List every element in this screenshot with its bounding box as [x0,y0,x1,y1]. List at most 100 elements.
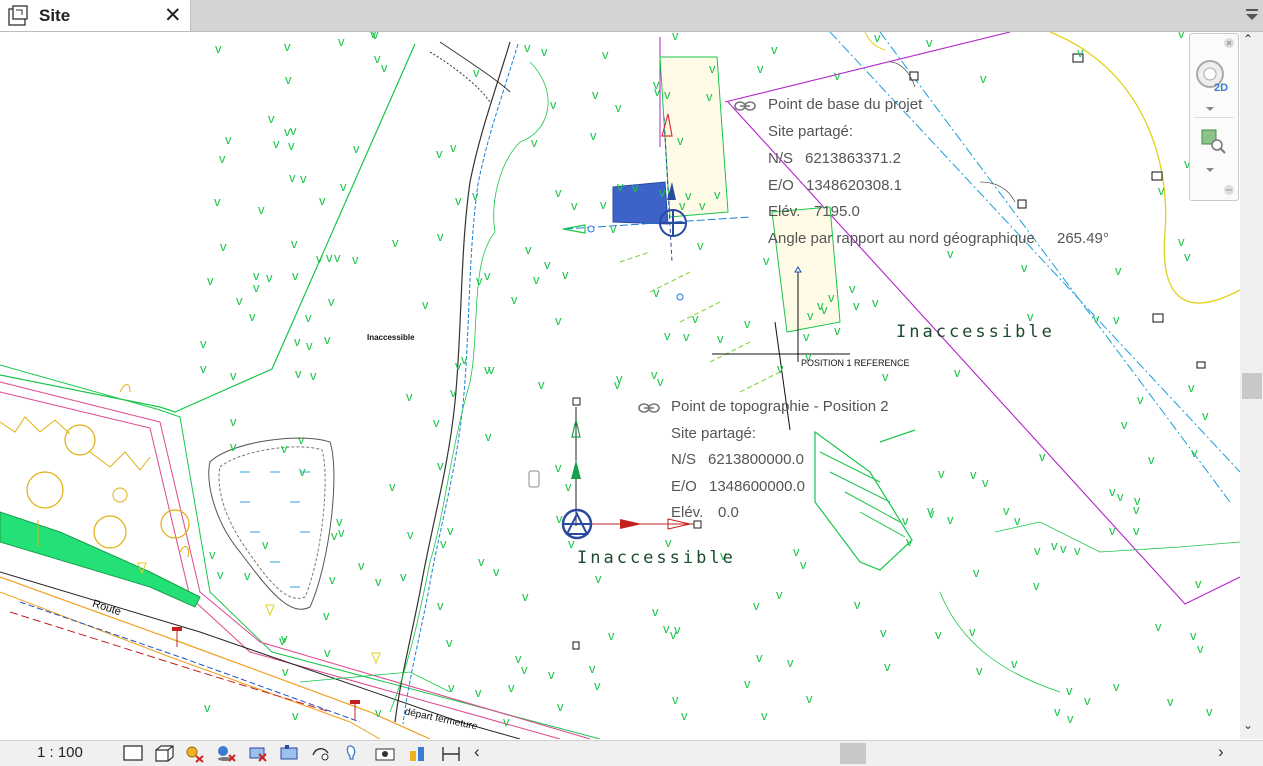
scroll-left-icon[interactable]: ‹ [474,742,480,762]
vegetation-tick: v [484,362,491,377]
vegetation-tick: v [651,367,658,382]
chevron-down-icon[interactable] [1205,167,1215,173]
link-icon [734,101,756,111]
vertical-scroll-thumb[interactable] [1242,373,1262,399]
vegetation-tick: v [249,309,256,324]
vegetation-tick: v [493,564,500,579]
vegetation-tick: v [756,650,763,665]
vegetation-tick: v [511,292,518,307]
vegetation-tick: v [571,198,578,213]
vegetation-tick: v [381,60,388,75]
vegetation-tick: v [657,374,664,389]
vegetation-tick: v [448,680,455,695]
vegetation-tick: v [472,188,479,203]
vegetation-tick: v [753,598,760,613]
vegetation-tick: v [817,298,824,313]
base-point-eo-value: 1348620308.1 [806,177,902,194]
vegetation-tick: v [1178,32,1185,41]
vegetation-tick: v [562,267,569,282]
vegetation-tick: v [230,414,237,429]
vegetation-tick: v [522,589,529,604]
temporary-hide-icon[interactable] [342,743,364,763]
close-icon[interactable]: ✕ [164,3,182,28]
vegetation-tick: v [763,253,770,268]
view-icon[interactable] [122,743,144,763]
vegetation-tick: v [219,151,226,166]
vegetation-tick: v [292,268,299,283]
tab-site[interactable]: Site ✕ [0,0,191,31]
survey-point-eo-value: 1348600000.0 [709,478,805,495]
close-icon[interactable] [1223,37,1235,49]
vegetation-tick: v [1084,693,1091,708]
3d-box-icon[interactable] [153,743,175,763]
drawing-canvas[interactable]: vvvvvvvvvvvvvvvvvvvvvvvvvvvvvvvvvvvvvvvv… [0,32,1240,739]
scroll-up-icon[interactable]: ⌃ [1243,32,1253,46]
analysis-icon[interactable] [407,743,429,763]
vegetation-tick: v [548,667,555,682]
vegetation-tick: v [1033,578,1040,593]
view-scale[interactable]: 1 : 100 [37,744,83,761]
vegetation-tick: v [683,329,690,344]
vegetation-tick: v [659,185,666,200]
vegetation-tick: v [787,655,794,670]
vegetation-tick: v [285,72,292,87]
vegetation-tick: v [849,281,856,296]
vegetation-tick: v [976,663,983,678]
vegetation-tick: v [200,361,207,376]
survey-point-shared: Site partagé: [671,425,757,442]
unlock-3d-icon[interactable] [310,743,332,763]
scrollbar-corner [1240,741,1263,766]
vegetation-tick: v [1158,183,1165,198]
vegetation-tick: v [1054,704,1061,719]
vegetation-tick: v [679,198,686,213]
shadows-icon[interactable] [215,743,237,763]
vegetation-tick: v [1077,45,1084,60]
base-point-elev-label: Elév. [768,203,801,220]
crop-icon[interactable] [246,743,268,763]
reveal-hidden-icon[interactable] [374,743,396,763]
vegetation-tick: v [970,467,977,482]
tab-menu-icon[interactable] [1245,7,1259,23]
vegetation-tick: v [340,179,347,194]
vegetation-tick: v [406,389,413,404]
zoom-region-icon[interactable] [1200,128,1228,156]
vegetation-tick: v [324,332,331,347]
vegetation-tick: v [1133,502,1140,517]
vegetation-tick: v [1014,513,1021,528]
vegetation-tick: v [400,569,407,584]
view-control-bar: 1 : 100 ‹ › [0,740,1263,766]
vegetation-tick: v [375,705,382,720]
survey-point-ns-value: 6213800000.0 [708,451,804,468]
vegetation-tick: v [291,236,298,251]
show-crop-icon[interactable] [278,743,300,763]
vegetation-tick: v [1184,249,1191,264]
vegetation-tick: v [938,466,945,481]
vegetation-tick: v [281,441,288,456]
vegetation-tick: v [884,659,891,674]
vegetation-tick: v [654,84,661,99]
vegetation-tick: v [326,250,333,265]
vegetation-tick: v [699,198,706,213]
vegetation-tick: v [253,268,260,283]
scroll-down-icon[interactable]: ⌄ [1243,718,1253,732]
steering-wheel-2d-icon[interactable]: 2D [1195,58,1231,94]
vegetation-tick: v [324,645,331,660]
sun-path-icon[interactable] [183,743,205,763]
vegetation-tick: v [236,293,243,308]
constraints-icon[interactable] [440,743,462,763]
vegetation-tick: v [714,187,721,202]
inaccessible-label-survey: Inaccessible [577,548,736,568]
horizontal-scroll-thumb[interactable] [840,743,866,764]
vegetation-tick: v [1051,538,1058,553]
vegetation-tick: v [328,294,335,309]
vegetation-tick: v [258,202,265,217]
scroll-right-icon[interactable]: › [1218,742,1224,762]
options-icon[interactable] [1223,184,1235,196]
vegetation-tick: v [1155,619,1162,634]
chevron-down-icon[interactable] [1205,106,1215,112]
vegetation-tick: v [484,268,491,283]
vegetation-tick: v [557,699,564,714]
vegetation-tick: v [209,547,216,562]
vegetation-tick: v [244,568,251,583]
vegetation-tick: v [217,567,224,582]
